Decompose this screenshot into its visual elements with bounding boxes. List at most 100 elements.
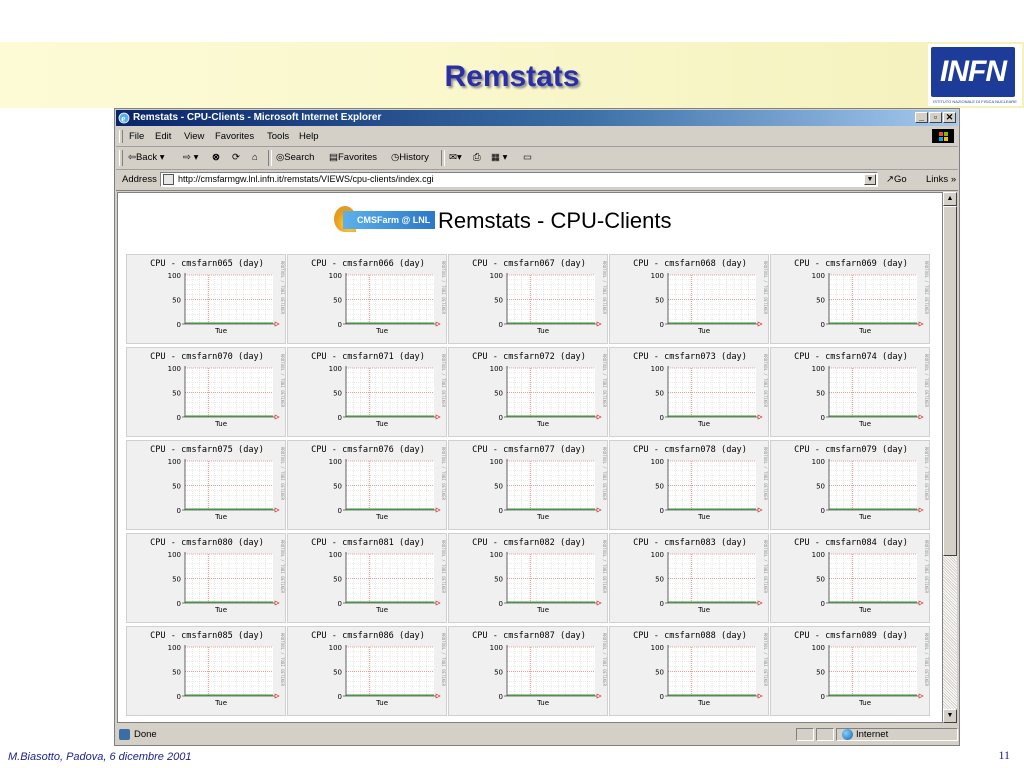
x-axis-arrow [274,414,280,420]
y-tick-label: 100 [812,644,825,652]
page-done-icon [119,729,130,740]
maximize-button[interactable]: ▫ [929,112,942,123]
stop-icon[interactable]: ⊗ [212,152,220,163]
graph-plot: 100 50 0 Tue RRDTOOL / TOBI OETIKER [329,447,446,521]
address-dropdown-icon[interactable]: ▼ [864,174,876,185]
slide-page-number: 11 [998,748,1010,762]
x-tick-label: Tue [536,699,549,707]
toolbar-separator [441,150,445,166]
menu-view[interactable]: View [184,131,204,142]
mail-icon[interactable]: ✉▾ [449,152,462,163]
window-titlebar[interactable]: e Remstats - CPU-Clients - Microsoft Int… [116,110,958,126]
y-tick-label: 100 [168,551,181,559]
x-tick-label: Tue [697,327,710,335]
graph-plot: 100 50 0 Tue RRDTOOL / TOBI OETIKER [168,447,285,521]
x-tick-label: Tue [375,327,388,335]
rrdtool-credit: RRDTOOL / TOBI OETIKER [924,633,929,687]
print-icon[interactable]: ⎙ [473,152,481,163]
x-axis-arrow [918,321,924,327]
rrdtool-credit: RRDTOOL / TOBI OETIKER [763,633,768,687]
y-tick-label: 50 [172,576,181,584]
graph-plot: 100 50 0 Tue RRDTOOL / TOBI OETIKER [490,540,607,614]
y-tick-label: 100 [329,458,342,466]
x-tick-label: Tue [858,420,871,428]
y-tick-label: 0 [821,507,825,515]
cpu-graph-cmsfarn085: CPU - cmsfarn085 (day) 100 50 0 Tue RRDTOOL /… [126,626,286,716]
y-tick-label: 100 [490,644,503,652]
forward-button[interactable]: ⇨ ▾ [183,152,198,163]
menu-tools[interactable]: Tools [267,131,289,142]
x-axis-arrow [757,414,763,420]
cpu-graph-cmsfarn076: CPU - cmsfarn076 (day) 100 50 0 Tue RRDTOOL /… [287,440,447,530]
search-button[interactable]: ◎Search [276,152,314,163]
graph-plot: 100 50 0 Tue RRDTOOL / TOBI OETIKER [329,261,446,335]
y-tick-label: 100 [812,272,825,280]
x-tick-label: Tue [375,606,388,614]
graph-plot: 100 50 0 Tue RRDTOOL / TOBI OETIKER [168,261,285,335]
menu-edit[interactable]: Edit [155,131,171,142]
cpu-graph-cmsfarn065: CPU - cmsfarn065 (day) 100 50 0 Tue RRDTOOL /… [126,254,286,344]
scroll-up-icon[interactable]: ▲ [943,192,957,206]
vertical-scrollbar[interactable]: ▲ ▼ [943,192,957,723]
menu-file[interactable]: File [129,131,144,142]
page-content: CMSFarm @ LNL Remstats - CPU-Clients CPU… [117,192,943,723]
favorites-button[interactable]: ▤Favorites [329,152,377,163]
scroll-down-icon[interactable]: ▼ [943,709,957,723]
cpu-graph-cmsfarn077: CPU - cmsfarn077 (day) 100 50 0 Tue RRDTOOL /… [448,440,608,530]
scrollbar-thumb[interactable] [943,206,957,556]
x-axis-arrow [757,600,763,606]
infn-logo-mark: INFN [931,47,1015,97]
home-icon[interactable]: ⌂ [252,152,258,163]
cpu-graph-cmsfarn089: CPU - cmsfarn089 (day) 100 50 0 Tue RRDTOOL /… [770,626,930,716]
graph-plot: 100 50 0 Tue RRDTOOL / TOBI OETIKER [651,354,768,428]
y-tick-label: 100 [490,458,503,466]
y-tick-label: 0 [499,693,503,701]
menu-favorites[interactable]: Favorites [215,131,254,142]
cpu-graph-cmsfarn068: CPU - cmsfarn068 (day) 100 50 0 Tue RRDTOOL /… [609,254,769,344]
graph-plot: 100 50 0 Tue RRDTOOL / TOBI OETIKER [329,354,446,428]
history-button[interactable]: ◷History [391,152,429,163]
y-tick-label: 0 [821,414,825,422]
cpu-graph-cmsfarn072: CPU - cmsfarn072 (day) 100 50 0 Tue RRDTOOL /… [448,347,608,437]
x-tick-label: Tue [214,513,227,521]
rrdtool-credit: RRDTOOL / TOBI OETIKER [280,261,285,315]
graph-plot: 100 50 0 Tue RRDTOOL / TOBI OETIKER [812,354,929,428]
rrdtool-credit: RRDTOOL / TOBI OETIKER [602,447,607,501]
discuss-icon[interactable]: ▭ [523,152,532,163]
toolbar-grip [119,150,123,166]
y-tick-label: 50 [333,390,342,398]
close-button[interactable]: ✕ [943,112,956,123]
cmsfarm-logo-text: CMSFarm @ LNL [343,211,435,229]
status-bar: Done Internet [116,727,958,743]
x-axis-arrow [596,321,602,327]
back-button[interactable]: ⇦Back ▾ [128,152,165,163]
ie-icon: e [118,112,130,124]
address-input[interactable]: http://cmsfarmgw.lnl.infn.it/remstats/VI… [160,172,878,187]
windows-flag-icon [932,129,954,143]
y-tick-label: 50 [655,669,664,677]
rrdtool-credit: RRDTOOL / TOBI OETIKER [924,447,929,501]
cpu-graph-cmsfarn079: CPU - cmsfarn079 (day) 100 50 0 Tue RRDTOOL /… [770,440,930,530]
x-axis-arrow [435,693,441,699]
rrdtool-credit: RRDTOOL / TOBI OETIKER [602,540,607,594]
y-tick-label: 50 [816,297,825,305]
links-button[interactable]: Links » [926,174,956,185]
menu-help[interactable]: Help [299,131,319,142]
graph-plot: 100 50 0 Tue RRDTOOL / TOBI OETIKER [490,633,607,707]
y-tick-label: 50 [333,576,342,584]
status-zone-panel [836,728,958,741]
page-heading: Remstats - CPU-Clients [438,208,672,233]
favorites-icon: ▤ [329,152,338,163]
x-axis-arrow [596,600,602,606]
cpu-graph-cmsfarn074: CPU - cmsfarn074 (day) 100 50 0 Tue RRDTOOL /… [770,347,930,437]
minimize-button[interactable]: _ [915,112,928,123]
refresh-icon[interactable]: ⟳ [232,152,240,163]
rrdtool-credit: RRDTOOL / TOBI OETIKER [441,633,446,687]
rrdtool-credit: RRDTOOL / TOBI OETIKER [280,447,285,501]
y-tick-label: 0 [338,414,342,422]
cpu-graph-cmsfarn083: CPU - cmsfarn083 (day) 100 50 0 Tue RRDTOOL /… [609,533,769,623]
y-tick-label: 0 [177,414,181,422]
cpu-graph-cmsfarn087: CPU - cmsfarn087 (day) 100 50 0 Tue RRDTOOL /… [448,626,608,716]
edit-icon[interactable]: ▦ ▾ [491,152,507,163]
go-button[interactable]: ↗Go [886,174,907,185]
